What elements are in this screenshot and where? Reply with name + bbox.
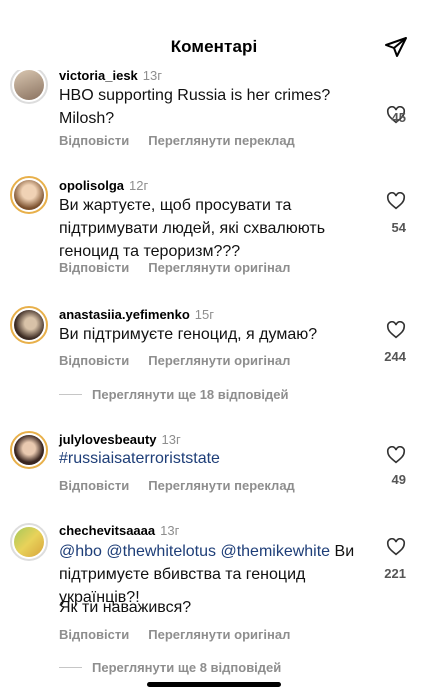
avatar[interactable]: [10, 66, 48, 104]
view-original-button[interactable]: Переглянути оригінал: [148, 353, 290, 368]
like-count: 45: [391, 110, 406, 125]
comment-username[interactable]: opolisolga: [59, 178, 124, 193]
translation-button[interactable]: Переглянути переклад: [148, 133, 295, 148]
heart-icon[interactable]: [386, 538, 406, 556]
comment-text: Ви жартуєте, щоб просувати та підтримува…: [59, 197, 326, 260]
reply-button[interactable]: Відповісти: [59, 627, 129, 642]
view-original-button[interactable]: Переглянути оригінал: [148, 627, 290, 642]
avatar[interactable]: [10, 431, 48, 469]
comment-time: 15г: [194, 307, 214, 322]
comment-time: 13г: [142, 68, 162, 83]
comment-time: 12г: [129, 178, 149, 193]
comment-username[interactable]: julylovesbeauty: [59, 432, 157, 447]
view-more-replies[interactable]: Переглянути ще 8 відповідей: [59, 660, 281, 675]
like-count: 54: [391, 220, 406, 235]
comment-text-second: Як ти наважився?: [59, 599, 192, 616]
avatar[interactable]: [10, 523, 48, 561]
comment-item: chechevitsaaaa 13г @hbo @thewhitelotus @t…: [0, 521, 428, 675]
comment-text: HBO supporting Russia is her crimes? Mil…: [59, 87, 331, 127]
send-icon[interactable]: [384, 35, 408, 59]
mention-links[interactable]: @hbo @thewhitelotus @themikewhite: [59, 543, 330, 560]
comment-item: opolisolga 12г Ви жартуєте, щоб просувати…: [0, 174, 428, 284]
page-title: Коментарі: [170, 37, 258, 56]
like-count: 244: [384, 349, 406, 364]
heart-icon[interactable]: [386, 446, 406, 464]
translation-button[interactable]: Переглянути переклад: [148, 478, 295, 493]
comment-time: 13г: [160, 523, 180, 538]
reply-button[interactable]: Відповісти: [59, 260, 129, 275]
header: Коментарі: [0, 0, 428, 70]
comment-item: julylovesbeauty 13г #russiaisaterroristst…: [0, 429, 428, 499]
view-more-replies[interactable]: Переглянути ще 18 відповідей: [59, 387, 289, 402]
comment-text: Ви підтримуєте геноцид, я думаю?: [59, 326, 318, 343]
reply-button[interactable]: Відповісти: [59, 478, 129, 493]
heart-icon[interactable]: [386, 192, 406, 210]
comment-username[interactable]: anastasiia.yefimenko: [59, 307, 190, 322]
comment-username[interactable]: chechevitsaaaa: [59, 523, 155, 538]
avatar[interactable]: [10, 176, 48, 214]
reply-button[interactable]: Відповісти: [59, 133, 129, 148]
view-more-replies-label: Переглянути ще 8 відповідей: [92, 660, 282, 675]
like-count: 49: [391, 472, 406, 487]
comment-item: anastasiia.yefimenko 15г Ви підтримуєте г…: [0, 304, 428, 404]
comment-username[interactable]: victoria_iesk: [59, 68, 138, 83]
reply-button[interactable]: Відповісти: [59, 353, 129, 368]
heart-icon[interactable]: [386, 321, 406, 339]
comment-item: victoria_iesk 13г HBO supporting Russia i…: [0, 62, 428, 157]
home-indicator[interactable]: [147, 682, 281, 687]
avatar[interactable]: [10, 306, 48, 344]
view-more-replies-label: Переглянути ще 18 відповідей: [92, 387, 289, 402]
view-original-button[interactable]: Переглянути оригінал: [148, 260, 290, 275]
comment-time: 13г: [161, 432, 181, 447]
hashtag-link[interactable]: #russiaisaterroriststate: [59, 447, 359, 470]
like-count: 221: [384, 566, 406, 581]
